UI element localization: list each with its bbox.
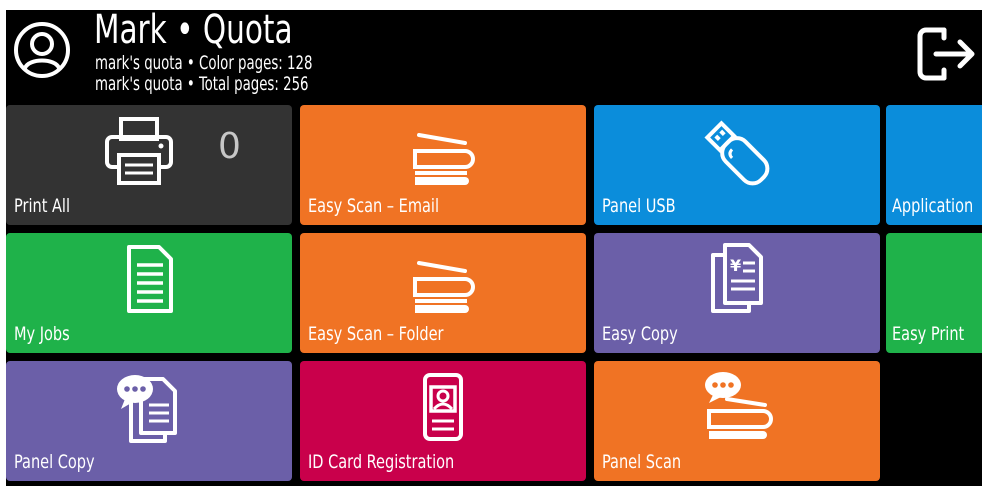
- tile-id-card-registration[interactable]: ID Card Registration: [300, 361, 586, 481]
- tile-easy-scan-folder[interactable]: Easy Scan – Folder: [300, 233, 586, 353]
- id-badge-icon: [403, 369, 483, 445]
- quota-total-pages: mark's quota • Total pages: 256: [95, 73, 309, 95]
- scanner-icon: [403, 241, 483, 317]
- tile-easy-scan-email[interactable]: Easy Scan – Email: [300, 105, 586, 225]
- scanner-chat-icon: [697, 369, 777, 445]
- tile-label: Panel Copy: [14, 451, 95, 473]
- tile-label: Print All: [14, 195, 71, 217]
- job-count: 0: [218, 126, 241, 167]
- document-icon: [109, 241, 189, 317]
- tile-panel-usb[interactable]: Panel USB: [594, 105, 880, 225]
- svg-text:¥: ¥: [730, 256, 741, 275]
- tile-easy-copy[interactable]: ¥ Easy Copy: [594, 233, 880, 353]
- tile-label: Easy Copy: [602, 323, 678, 345]
- tile-label: Panel USB: [602, 195, 676, 217]
- copy-documents-icon: ¥: [697, 241, 777, 317]
- tile-panel-copy[interactable]: Panel Copy: [6, 361, 292, 481]
- tile-panel-scan[interactable]: Panel Scan: [594, 361, 880, 481]
- scanner-icon: [403, 113, 483, 189]
- tile-label: Easy Print: [892, 323, 965, 345]
- copy-chat-icon: [109, 369, 189, 445]
- usb-drive-icon: [697, 113, 777, 189]
- printer-icon: [99, 113, 179, 189]
- tile-my-jobs[interactable]: My Jobs: [6, 233, 292, 353]
- tile-label: Easy Scan – Email: [308, 195, 439, 217]
- tile-label: Panel Scan: [602, 451, 682, 473]
- user-avatar-icon[interactable]: [12, 20, 72, 80]
- terminal-screen: Mark • Quota mark's quota • Color pages:…: [6, 10, 982, 486]
- logout-icon[interactable]: [916, 24, 980, 84]
- tile-print-all[interactable]: 0 Print All: [6, 105, 292, 225]
- tile-label: My Jobs: [14, 323, 70, 345]
- user-title: Mark • Quota: [94, 10, 293, 53]
- tile-easy-print[interactable]: Easy Print: [886, 233, 982, 353]
- tile-label: ID Card Registration: [308, 451, 455, 473]
- tile-label: Easy Scan – Folder: [308, 323, 444, 345]
- tile-application[interactable]: Application: [886, 105, 982, 225]
- tile-label: Application: [892, 195, 974, 217]
- quota-color-pages: mark's quota • Color pages: 128: [95, 52, 313, 74]
